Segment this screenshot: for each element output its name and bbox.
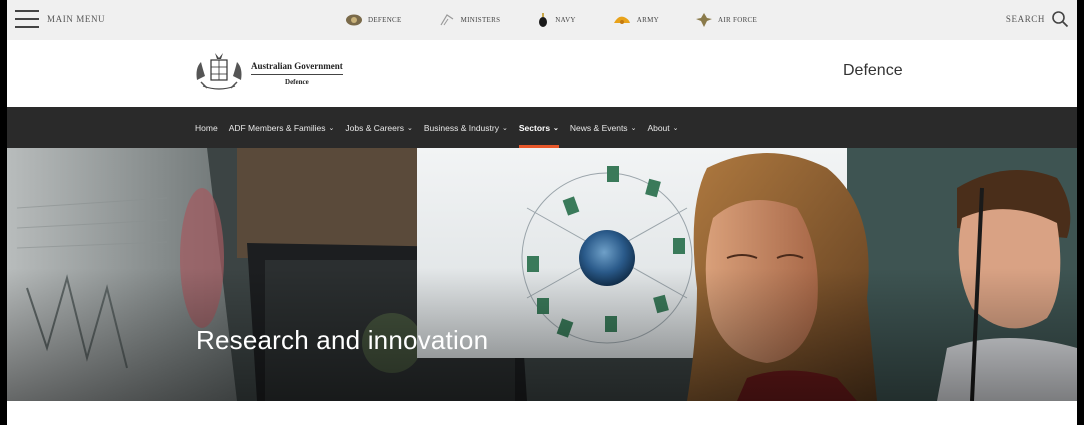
chevron-down-icon: ⌄ [553, 124, 559, 132]
search-button[interactable]: SEARCH [1006, 10, 1069, 28]
service-label-ministers: MINISTERS [460, 16, 501, 24]
navy-icon [539, 13, 548, 27]
nav-item-adf-members[interactable]: ADF Members & Families ⌄ [229, 107, 335, 148]
hamburger-icon [15, 10, 39, 28]
ministers-icon [440, 14, 453, 26]
chevron-down-icon: ⌄ [328, 124, 335, 132]
nav-item-news-events[interactable]: News & Events ⌄ [570, 107, 637, 148]
search-icon [1052, 11, 1069, 28]
defence-crest-icon [346, 14, 362, 26]
service-label-defence: DEFENCE [368, 16, 402, 24]
service-link-air-force[interactable]: AIR FORCE [695, 12, 757, 28]
chevron-down-icon: ⌄ [406, 124, 413, 132]
nav-item-sectors[interactable]: Sectors ⌄ [518, 107, 559, 148]
service-label-air-force: AIR FORCE [718, 16, 758, 24]
nav-label-news-events: News & Events [569, 122, 628, 133]
nav-label-business-industry: Business & Industry [423, 122, 499, 133]
nav-label-adf-members: ADF Members & Families [228, 122, 326, 133]
main-menu-label: MAIN MENU [47, 14, 106, 24]
main-navigation: Home ADF Members & Families ⌄ Jobs & Care… [7, 107, 1077, 148]
air-force-icon [696, 13, 713, 27]
australian-government-logo[interactable]: Australian Government Defence [193, 50, 343, 96]
service-link-navy[interactable]: NAVY [536, 12, 576, 28]
service-links: DEFENCE MINISTERS NAVY ARMY AIR FORCE [345, 12, 793, 28]
nav-label-home: Home [195, 122, 218, 133]
main-menu-button[interactable]: MAIN MENU [15, 10, 105, 28]
nav-item-home[interactable]: Home [195, 107, 218, 148]
service-link-defence[interactable]: DEFENCE [345, 12, 402, 28]
chevron-down-icon: ⌄ [672, 124, 679, 132]
hero-title: Research and innovation [196, 325, 489, 355]
nav-item-jobs-careers[interactable]: Jobs & Careers ⌄ [345, 107, 412, 148]
logo-line-defence: Defence [285, 77, 309, 86]
site-title: Defence [843, 62, 903, 79]
utility-bar: MAIN MENU DEFENCE MINISTERS NAVY ARMY AI… [7, 0, 1077, 40]
nav-label-about: About [647, 122, 670, 133]
chevron-down-icon: ⌄ [630, 124, 637, 132]
service-label-army: ARMY [636, 16, 660, 24]
nav-label-sectors: Sectors [518, 122, 551, 133]
coat-of-arms-icon [196, 53, 242, 90]
logo-line-government: Australian Government [251, 61, 343, 75]
nav-label-jobs-careers: Jobs & Careers [345, 122, 404, 133]
service-label-navy: NAVY [555, 16, 576, 24]
hero-banner: Research and innovation [7, 148, 1077, 401]
hero-image [7, 148, 1077, 401]
search-label: SEARCH [1005, 14, 1045, 24]
service-link-ministers[interactable]: MINISTERS [438, 12, 501, 28]
chevron-down-icon: ⌄ [501, 124, 508, 132]
nav-item-about[interactable]: About ⌄ [647, 107, 678, 148]
site-header: Australian Government Defence Defence [7, 40, 1077, 107]
nav-item-business-industry[interactable]: Business & Industry ⌄ [424, 107, 508, 148]
page: MAIN MENU DEFENCE MINISTERS NAVY ARMY AI… [7, 0, 1077, 425]
service-link-army[interactable]: ARMY [612, 12, 659, 28]
army-icon [613, 16, 630, 24]
